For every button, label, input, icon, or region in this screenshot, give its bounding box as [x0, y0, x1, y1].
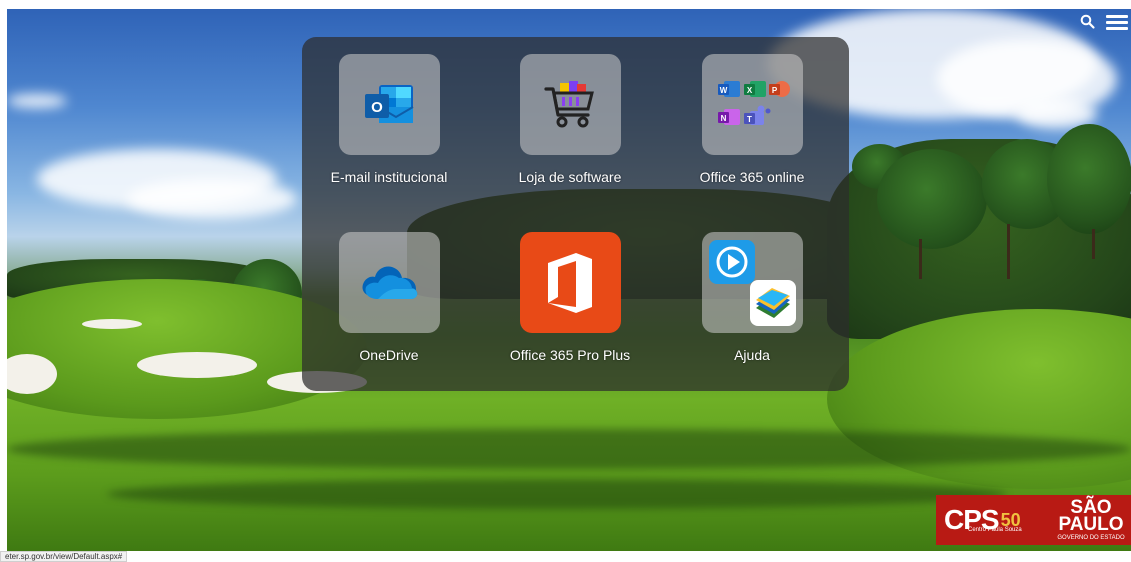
tile-label[interactable]: Loja de software: [480, 169, 660, 185]
menu-line: [1106, 21, 1128, 24]
tile-office-365-online[interactable]: W X P N T Office 365 online: [662, 54, 842, 185]
help-video-book-icon: [708, 240, 796, 326]
sao-paulo-subtitle: GOVERNO DO ESTADO: [1057, 535, 1125, 541]
tile-onedrive[interactable]: OneDrive: [299, 232, 479, 363]
browser-status-url: eter.sp.gov.br/view/Default.aspx#: [0, 551, 128, 562]
hamburger-menu-button[interactable]: [1106, 15, 1128, 31]
svg-text:O: O: [371, 99, 383, 116]
onedrive-cloud-icon: [362, 265, 418, 299]
sao-paulo-name: SÃO PAULO: [1058, 497, 1124, 535]
tile-icon-box[interactable]: W X P N T: [701, 54, 803, 155]
tile-icon-box[interactable]: [519, 54, 621, 155]
tile-loja-de-software[interactable]: Loja de software: [480, 54, 660, 185]
office-apps-grid-icon: W X P N T: [718, 80, 790, 125]
tile-label[interactable]: Office 365 online: [662, 169, 842, 185]
tile-label[interactable]: Office 365 Pro Plus: [480, 347, 660, 363]
shopping-cart-icon: [544, 80, 594, 127]
tile-email-institucional[interactable]: O E-mail institucional: [299, 54, 479, 185]
tile-ajuda[interactable]: Ajuda: [662, 232, 842, 363]
svg-text:W: W: [720, 86, 728, 95]
cps-subtitle: Centro Paula Souza: [968, 527, 1022, 533]
svg-text:N: N: [721, 114, 727, 123]
tile-icon-box[interactable]: O: [338, 54, 440, 155]
svg-text:P: P: [772, 86, 778, 95]
svg-text:X: X: [747, 86, 753, 95]
sao-paulo-logo: SÃO PAULO GOVERNO DO ESTADO: [1054, 497, 1128, 541]
svg-text:T: T: [747, 115, 752, 124]
tile-label[interactable]: E-mail institucional: [299, 169, 479, 185]
search-icon: [1080, 14, 1095, 29]
institution-logos: CPS 50 Centro Paula Souza SÃO PAULO GOVE…: [936, 495, 1131, 545]
outlook-icon: O: [365, 84, 414, 123]
tile-icon-box[interactable]: [701, 232, 803, 333]
tile-label[interactable]: Ajuda: [662, 347, 842, 363]
app-launcher-panel: O E-mail institucional Loja de software: [302, 37, 849, 391]
tile-icon-box[interactable]: [519, 232, 621, 333]
tile-label[interactable]: OneDrive: [299, 347, 479, 363]
office-logo-icon: [548, 252, 592, 313]
tile-office-365-pro-plus[interactable]: Office 365 Pro Plus: [480, 232, 660, 363]
search-button[interactable]: [1080, 14, 1096, 30]
tile-icon-box[interactable]: [338, 232, 440, 333]
menu-line: [1106, 27, 1128, 30]
menu-line: [1106, 15, 1128, 18]
